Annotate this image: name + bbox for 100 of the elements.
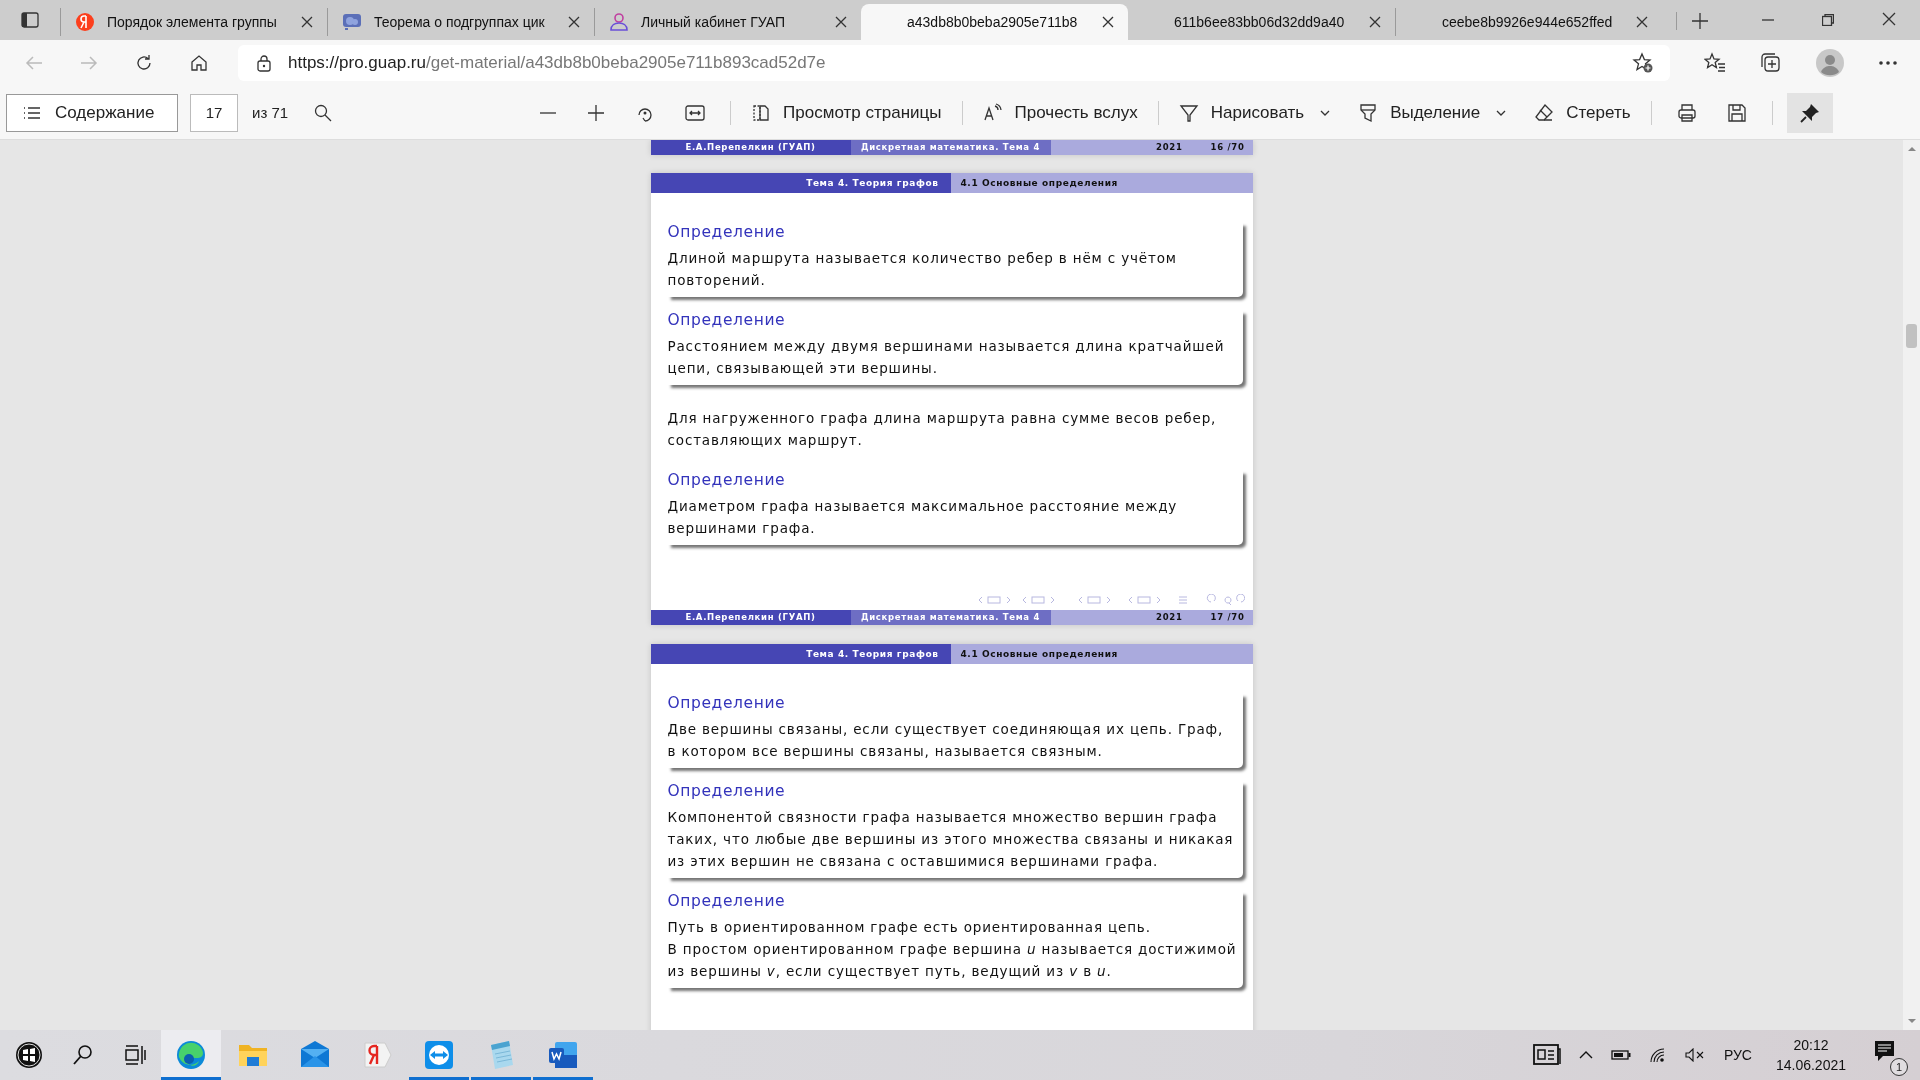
slide-text: В простом ориентированном графе вершина u называется достижимой из вершины v, если существует путь, ведущий из v в u. [667,940,1237,981]
restore-icon[interactable] [1822,14,1834,26]
close-icon[interactable] [1882,12,1896,26]
close-icon[interactable] [835,16,847,28]
read-aloud-icon [982,102,1003,123]
search-icon[interactable] [72,1044,94,1066]
yandex-icon [361,1039,393,1071]
slide-text: Расстоянием между двумя вершинами называется длина кратчайшей цепи, связывающей эти вершины. [667,337,1226,378]
add-favorite-icon[interactable] [1632,52,1654,74]
close-icon[interactable] [1636,16,1648,28]
browser-icon [175,1039,207,1071]
scroll-thumb[interactable] [1906,324,1917,348]
search-icon[interactable] [314,103,333,122]
definition-title: Определение [667,892,787,910]
more-icon[interactable] [1878,60,1898,66]
browser-tab[interactable]: Порядок элемента группы [60,8,327,36]
taskbar-app-button[interactable] [161,1030,221,1080]
yandex-icon [75,12,95,32]
tab-title: 611b6ee83bb06d32dd9a40 [1174,14,1346,30]
contents-button[interactable]: Содержание [6,93,178,132]
toolbar-button[interactable]: Стереть [1524,93,1641,132]
avatar-icon[interactable] [1816,49,1844,77]
pen-icon [1178,102,1199,123]
teamviewer-icon [423,1039,455,1071]
definition-title: Определение [667,694,787,712]
slide-text: Две вершины связаны, если существует соединяющая их цепь. Граф, в котором все вершины связаны, называется связным. [667,720,1225,761]
person-icon [609,12,629,32]
browser-tab[interactable]: ceebe8b9926e944e652ffed [1395,8,1662,36]
definition-title: Определение [667,471,787,489]
clock[interactable]: 20:12 14.06.2021 [1775,1037,1846,1073]
tab-title: Личный кабинет ГУАП [641,14,786,30]
chevron-up-icon[interactable] [1578,1051,1593,1059]
url-text: https://pro.guap.ru/get-material/a43db8b0beba2905e711b893cad52d7e [288,53,826,73]
close-icon[interactable] [1102,16,1114,28]
highlighter-icon [1358,102,1379,123]
refresh-icon[interactable] [134,53,154,73]
address-field[interactable]: https://pro.guap.ru/get-material/a43db8b0beba2905e711b893cad52d7e [238,45,1670,81]
close-icon[interactable] [301,16,313,28]
slide-text: Длиной маршрута называется количество ребер в нём с учётом повторений. [667,249,1178,290]
speaker-muted-icon[interactable] [1684,1048,1705,1062]
browser-tab[interactable]: a43db8b0beba2905e711b8 [861,4,1128,40]
slide-text: Компонентой связности графа называется множество вершин графа таких, что любые две вершины из этого множества связаны и никакая из этих вершин не связана с оставшимися вершинами графа. [667,808,1235,871]
browser-tab[interactable]: Теорема о подгруппах цик [327,8,594,36]
favorites-icon[interactable] [1704,52,1726,74]
slide-footer-year: 2021 [1156,141,1183,154]
browser-tab[interactable]: 611b6ee83bb06d32dd9a40 [1128,8,1395,36]
fit-width-icon[interactable] [685,104,706,121]
cloud-icon [342,12,362,32]
wifi-icon[interactable] [1648,1047,1667,1063]
slide-page-number: 17 /70 [1210,611,1245,624]
language-indicator[interactable]: РУС [1723,1047,1752,1063]
toolbar-button[interactable]: Просмотр страницы [741,93,952,132]
slide-section-header: Тема 4. Теория графов [650,173,951,193]
slide-footer-author: Е.А.Перепелкин (ГУАП) [650,140,851,155]
caret-icon[interactable] [1320,109,1331,116]
pin-button[interactable] [1786,92,1833,133]
slide-footer-title: Дискретная математика. Тема 4 [850,610,1051,625]
tab-actions-icon[interactable] [20,10,40,30]
home-icon[interactable] [189,53,209,73]
tab-title: a43db8b0beba2905e711b8 [907,14,1079,30]
caret-icon[interactable] [1496,109,1507,116]
scrollbar[interactable] [1903,140,1920,1030]
toolbar-button[interactable]: Выделение [1348,93,1491,132]
document-icon [547,1039,579,1071]
slide-text: Путь в ориентированном графе есть ориентированная цепь. [667,918,1152,937]
lock-icon [256,54,272,72]
collections-icon[interactable] [1760,52,1782,74]
print-icon[interactable] [1676,102,1697,123]
scroll-up-icon[interactable] [1906,146,1917,152]
toolbar-button[interactable]: Прочесть вслух [972,93,1148,132]
save-icon[interactable] [1726,102,1747,123]
new-tab-icon[interactable] [1676,12,1709,30]
start-icon[interactable] [15,1041,43,1069]
page-count: из 71 [252,104,289,121]
tab-title: Порядок элемента группы [107,14,278,30]
news-icon[interactable] [1532,1044,1561,1066]
task-view-icon[interactable] [124,1044,146,1066]
definition-title: Определение [667,311,787,329]
slide-footer-title: Дискретная математика. Тема 4 [850,140,1051,155]
scroll-down-icon[interactable] [1906,1018,1917,1024]
battery-icon[interactable] [1610,1050,1631,1060]
slide-page-number: 16 /70 [1210,141,1245,154]
notifications-icon[interactable] [1874,1040,1896,1062]
tab-title: Теорема о подгруппах цик [374,14,546,30]
zoom-in-icon[interactable] [587,103,606,122]
slide-text: Для нагруженного графа длина маршрута равна сумме весов ребер, составляющих маршрут. [667,409,1218,450]
page-number-field[interactable]: 17 [190,93,238,132]
slide-subsection-header: 4.1 Основные определения [950,644,1253,664]
toolbar-button[interactable]: Нарисовать [1168,93,1315,132]
notification-count: 1 [1890,1058,1908,1076]
pin-icon [1799,102,1820,123]
eraser-icon [1534,102,1555,123]
tab-title: ceebe8b9926e944e652ffed [1442,14,1614,30]
definition-title: Определение [667,782,787,800]
page-view-icon [751,102,772,123]
definition-title: Определение [667,223,787,241]
close-icon[interactable] [1369,16,1381,28]
close-icon[interactable] [568,16,580,28]
slide-footer-year: 2021 [1156,611,1183,624]
slide-text: Диаметром графа называется максимальное расстояние между вершинами графа. [667,497,1179,538]
